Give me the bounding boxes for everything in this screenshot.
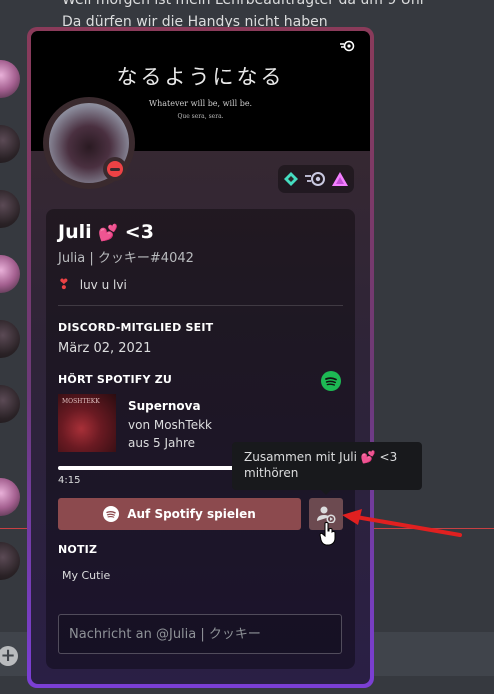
song-artist[interactable]: von MoshTekk — [128, 418, 212, 432]
attach-plus-icon[interactable]: + — [0, 646, 18, 666]
custom-status-text: luv u lvi — [79, 278, 127, 292]
album-art[interactable]: MOSHTEKK — [58, 394, 116, 452]
display-name: Juli 💕 <3 — [58, 221, 154, 243]
nitro-badge-icon[interactable] — [334, 37, 360, 55]
tooltip-arrow — [320, 489, 332, 495]
divider — [58, 305, 343, 306]
elapsed-time: 4:15 — [58, 475, 81, 486]
custom-status-emoji: ❣ — [58, 277, 70, 293]
chat-avatar[interactable] — [0, 125, 20, 163]
display-name-text: Juli — [58, 221, 92, 243]
annotation-arrow-icon — [342, 509, 462, 537]
listen-along-tooltip: Zusammen mit Juli 💕 <3 mithören — [232, 442, 422, 490]
profile-info-card: Juli 💕 <3 Julia | クッキー#4042 ❣ luv u lvi … — [46, 209, 355, 669]
profile-badges — [278, 165, 354, 193]
member-since-heading: DISCORD-MITGLIED SEIT — [58, 321, 214, 334]
song-title[interactable]: Supernova — [128, 399, 201, 413]
song-album[interactable]: aus 5 Jahre — [128, 436, 195, 450]
user-profile-popout: なるようになる Whatever will be, will be. Que s… — [27, 27, 374, 688]
chat-avatar[interactable] — [0, 60, 20, 98]
album-art-text: MOSHTEKK — [62, 398, 100, 405]
early-supporter-icon[interactable] — [331, 171, 349, 187]
chat-avatar[interactable] — [0, 190, 20, 228]
hand-cursor-icon — [319, 522, 336, 546]
chat-avatar[interactable] — [0, 255, 20, 293]
spotify-icon[interactable] — [321, 371, 341, 391]
tooltip-line-2: mithören — [244, 466, 299, 480]
banner-title: なるようになる — [116, 65, 285, 89]
chat-message-line: Weil morgen ist mein Lehrbeauftragter da… — [62, 0, 426, 8]
chat-avatar[interactable] — [0, 320, 20, 358]
chat-avatar[interactable] — [0, 478, 20, 516]
custom-status: ❣ luv u lvi — [58, 277, 127, 293]
dnd-status-icon — [103, 157, 127, 181]
play-on-spotify-button[interactable]: Auf Spotify spielen — [58, 498, 301, 530]
spotify-heading: HÖRT SPOTIFY ZU — [58, 373, 173, 386]
popout-body: なるようになる Whatever will be, will be. Que s… — [31, 31, 370, 684]
spotify-icon — [103, 506, 120, 522]
member-since-date: März 02, 2021 — [58, 341, 152, 356]
tooltip-line-1: Zusammen mit Juli 💕 <3 — [244, 450, 398, 464]
play-on-spotify-label: Auf Spotify spielen — [127, 507, 256, 521]
chat-avatar[interactable] — [0, 385, 20, 423]
message-user-input[interactable] — [58, 614, 342, 654]
nitro-boost-icon[interactable] — [304, 171, 326, 187]
display-name-suffix: <3 — [124, 221, 154, 243]
heart-emoji: 💕 — [98, 223, 119, 242]
nitro-icon — [340, 40, 355, 52]
note-text[interactable]: My Cutie — [62, 569, 110, 582]
listen-along-icon — [317, 506, 336, 523]
user-tag[interactable]: Julia | クッキー#4042 — [58, 247, 194, 266]
chat-avatar[interactable] — [0, 542, 20, 580]
note-heading: NOTIZ — [58, 543, 98, 556]
hypesquad-balance-icon[interactable] — [283, 171, 299, 187]
